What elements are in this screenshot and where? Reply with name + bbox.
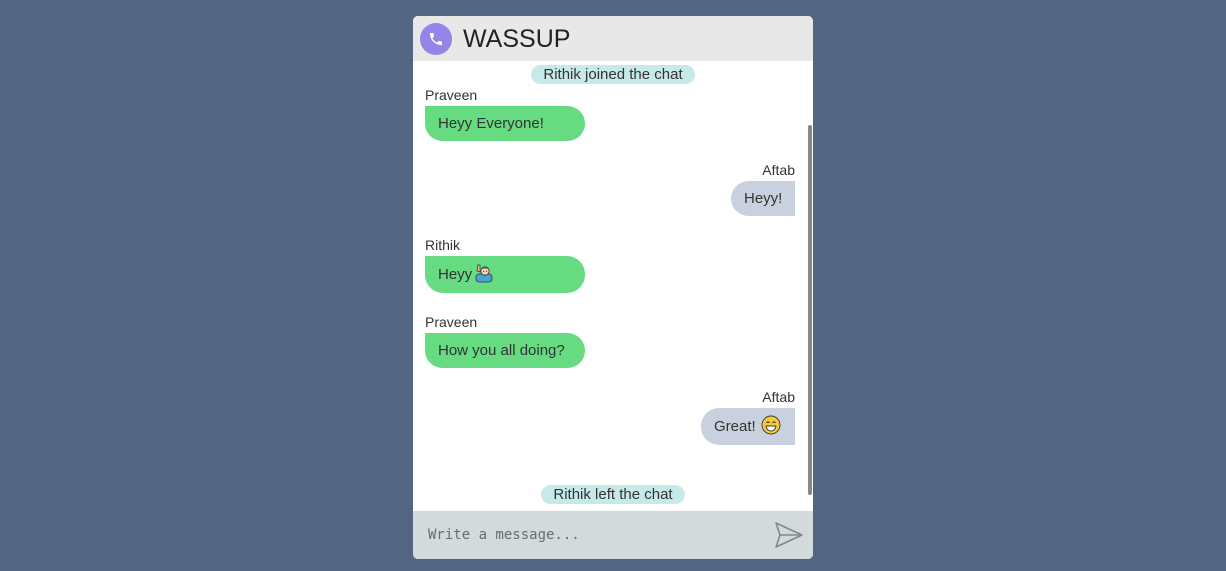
sender-name: Praveen (425, 314, 478, 330)
scrollbar[interactable] (808, 125, 812, 495)
message-text: Heyy (438, 266, 473, 283)
message-text: How you all doing? (438, 342, 565, 359)
message-text: Heyy Everyone! (438, 115, 544, 132)
incoming-message: Heyy Everyone! (425, 106, 585, 141)
phone-icon (420, 23, 452, 55)
sender-name: Praveen (425, 87, 478, 103)
message-composer (413, 511, 813, 559)
system-message-text: Rithik left the chat (541, 485, 685, 504)
system-message-text: Rithik joined the chat (531, 65, 695, 84)
message-text: Heyy! (744, 190, 783, 207)
chat-window: WASSUP Rithik joined the chat Praveen He… (413, 16, 813, 559)
sender-name: Aftab (762, 162, 795, 178)
message-list[interactable]: Rithik joined the chat Praveen Heyy Ever… (413, 61, 813, 511)
sender-name: Aftab (762, 389, 795, 405)
chat-header: WASSUP (413, 16, 813, 61)
incoming-message: Heyy (425, 256, 585, 293)
sender-name: Rithik (425, 237, 461, 253)
send-icon (775, 522, 803, 548)
person-raising-hand-emoji (474, 263, 494, 287)
incoming-message: How you all doing? (425, 333, 585, 368)
outgoing-message: Heyy! (731, 181, 795, 216)
system-message: Rithik joined the chat (413, 65, 813, 84)
grinning-face-emoji (761, 415, 781, 439)
message-input[interactable] (413, 511, 763, 559)
outgoing-message: Great! (701, 408, 795, 445)
send-button[interactable] (774, 521, 804, 549)
app-title: WASSUP (463, 25, 571, 53)
system-message: Rithik left the chat (413, 485, 813, 504)
message-text: Great! (714, 418, 756, 435)
